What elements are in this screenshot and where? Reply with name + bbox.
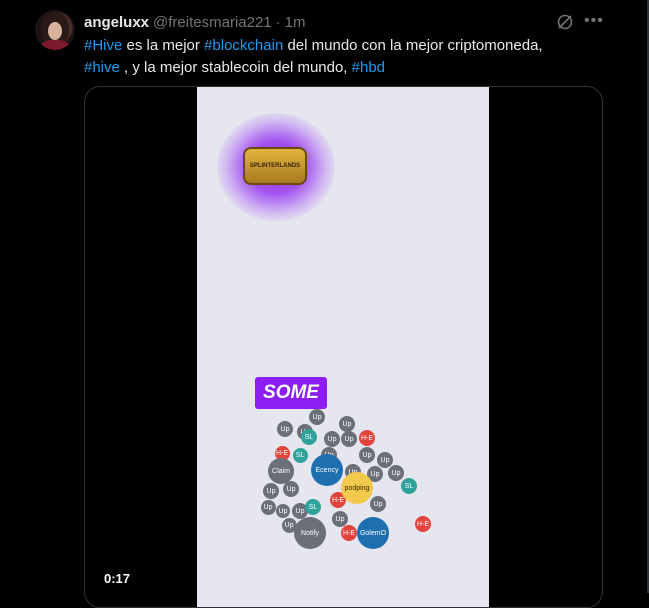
splinterlands-logo: SPLINTERLANDS bbox=[243, 147, 307, 185]
bubble-sl: SL bbox=[292, 447, 308, 463]
bubble-golemo: GolemO bbox=[357, 517, 389, 549]
bubble-h-e: H-E bbox=[415, 516, 431, 532]
bubble-up: Up bbox=[276, 504, 290, 518]
bubble-ecency: Ecency bbox=[311, 454, 343, 486]
bubble-h-e: H-E bbox=[359, 430, 375, 446]
tweet-time[interactable]: 1m bbox=[285, 14, 306, 31]
more-icon[interactable]: ••• bbox=[584, 12, 603, 30]
bubble-up: Up bbox=[370, 496, 386, 512]
tweet-text: #Hive es la mejor #blockchain del mundo … bbox=[84, 35, 604, 79]
bubble-up: Up bbox=[263, 483, 279, 499]
hashtag-blockchain[interactable]: #blockchain bbox=[204, 37, 283, 54]
hashtag-hive-lower[interactable]: #hive bbox=[84, 59, 120, 76]
bubble-notify: Notify bbox=[294, 517, 326, 549]
hashtag-hive[interactable]: #Hive bbox=[84, 37, 122, 54]
tweet-text-part: es la mejor bbox=[122, 37, 205, 54]
video-frame[interactable]: SPLINTERLANDS SOME UpUpUpUpSLUpUpH-EH-ES… bbox=[197, 87, 489, 607]
bubble-up: Up bbox=[339, 416, 355, 432]
bubble-up: Up bbox=[341, 431, 357, 447]
bubble-up: Up bbox=[332, 511, 348, 527]
hashtag-hbd[interactable]: #hbd bbox=[352, 59, 385, 76]
bubble-sl: SL bbox=[401, 478, 417, 494]
bubble-h-e: H-E bbox=[341, 525, 357, 541]
some-banner: SOME bbox=[255, 377, 327, 409]
bubble-podping: podping bbox=[341, 472, 373, 504]
author-name[interactable]: angeluxx bbox=[84, 14, 149, 31]
bubble-up: Up bbox=[283, 481, 299, 497]
tweet-header: angeluxx @freitesmaria221 · 1m bbox=[84, 12, 305, 32]
bubble-up: Up bbox=[260, 499, 276, 515]
bubble-sl: SL bbox=[301, 429, 317, 445]
bubble-up: Up bbox=[359, 447, 375, 463]
bubble-up: Up bbox=[309, 409, 325, 425]
tweet-text-part: del mundo con la mejor criptomoneda, bbox=[283, 37, 543, 54]
bubble-up: Up bbox=[277, 421, 293, 437]
tweet-text-part: , y la mejor stablecoin del mundo, bbox=[119, 59, 352, 76]
video-player[interactable]: SPLINTERLANDS SOME UpUpUpUpSLUpUpH-EH-ES… bbox=[84, 86, 603, 608]
avatar[interactable] bbox=[35, 10, 75, 50]
bubble-up: Up bbox=[388, 465, 404, 481]
bubble-up: Up bbox=[281, 517, 297, 533]
grok-icon[interactable] bbox=[556, 13, 574, 31]
bubble-up: Up bbox=[324, 431, 340, 447]
bubble-sl: SL bbox=[305, 499, 321, 515]
video-timestamp: 0:17 bbox=[104, 571, 131, 586]
separator: · bbox=[275, 13, 281, 31]
author-handle[interactable]: @freitesmaria221 bbox=[153, 14, 272, 31]
